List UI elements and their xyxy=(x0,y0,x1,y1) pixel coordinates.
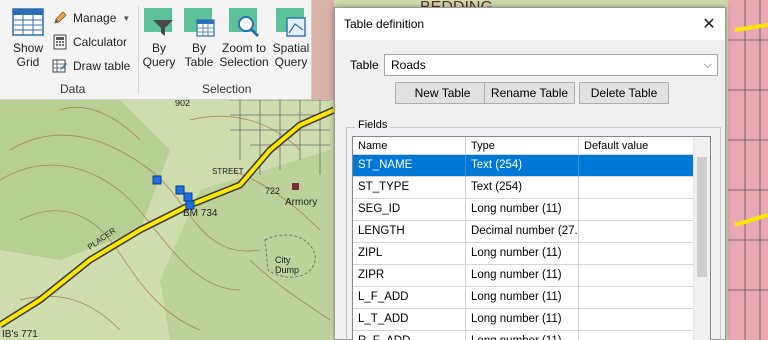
field-name-cell[interactable]: ZIPL xyxy=(353,243,466,265)
selection-group-label: Selection xyxy=(202,82,252,96)
filter-icon xyxy=(144,8,173,36)
spatial-query-icon xyxy=(276,8,306,37)
field-name-cell[interactable]: LENGTH xyxy=(353,221,466,243)
table-row[interactable]: L_T_ADD Long number (11) xyxy=(353,309,695,331)
data-group-label: Data xyxy=(60,82,86,96)
table-row[interactable]: SEG_ID Long number (11) xyxy=(353,199,695,221)
dialog-titlebar[interactable]: Table definition ✕ xyxy=(335,8,725,40)
table-label: Table xyxy=(350,58,379,72)
field-type-cell[interactable]: Long number (11) xyxy=(466,265,579,287)
new-table-button[interactable]: New Table xyxy=(395,82,490,104)
manage-label: Manage xyxy=(73,11,117,25)
close-icon[interactable]: ✕ xyxy=(699,14,719,34)
table-select-icon xyxy=(184,8,215,37)
table-row[interactable]: R_F_ADDLong number (11) xyxy=(353,331,695,340)
show-grid-label-2: Grid xyxy=(16,55,40,69)
spatial-query-label-1: Spatial xyxy=(272,41,310,55)
field-default-cell[interactable] xyxy=(579,265,695,287)
table-row[interactable]: L_F_ADD Long number (11) xyxy=(353,287,695,309)
column-header-default[interactable]: Default value xyxy=(579,137,695,155)
calculator-label: Calculator xyxy=(73,35,128,49)
show-grid-button[interactable]: Show Grid xyxy=(12,6,44,69)
map-label: Armory xyxy=(285,197,317,208)
field-name-cell[interactable]: ST_NAME xyxy=(353,155,466,177)
field-name-cell[interactable]: ZIPR xyxy=(353,265,466,287)
field-type-cell[interactable]: Long number (11) xyxy=(466,199,579,221)
by-table-button[interactable]: By Table xyxy=(182,6,216,69)
ribbon: Show Grid Manage ▼ Calculator Draw table… xyxy=(0,0,312,100)
grid-scrollbar[interactable] xyxy=(693,137,710,340)
grid-header: Name Type Default value xyxy=(353,137,695,155)
field-default-cell[interactable] xyxy=(579,309,695,331)
column-header-type[interactable]: Type xyxy=(466,137,579,155)
field-type-cell[interactable]: Decimal number (27... xyxy=(466,221,579,243)
zoom-to-selection-button[interactable]: Zoom to Selection xyxy=(218,6,270,69)
table-dropdown[interactable]: Roads ⌵ xyxy=(384,54,718,76)
field-type-cell[interactable]: Text (254) xyxy=(466,155,579,177)
field-type-cell[interactable]: Long number (11) xyxy=(466,287,579,309)
by-query-label-1: By xyxy=(151,41,166,55)
by-query-button[interactable]: By Query xyxy=(142,6,176,69)
field-type-cell[interactable]: Long number (11) xyxy=(466,331,579,340)
field-default-cell[interactable] xyxy=(579,331,695,340)
chevron-down-icon: ⌵ xyxy=(703,59,712,71)
by-table-label-1: By xyxy=(191,41,206,55)
field-type-cell[interactable]: Text (254) xyxy=(466,177,579,199)
map-label: IB's 771 xyxy=(2,329,38,340)
table-row[interactable]: ST_TYPE Text (254) xyxy=(353,177,695,199)
chevron-down-icon: ▼ xyxy=(122,13,131,23)
delete-table-button[interactable]: Delete Table xyxy=(579,82,669,104)
table-dropdown-value: Roads xyxy=(391,58,426,72)
zoom-to-selection-label-2: Selection xyxy=(219,55,269,69)
pencil-icon xyxy=(54,11,67,24)
field-name-cell[interactable]: L_F_ADD xyxy=(353,287,466,309)
field-name-cell[interactable]: L_T_ADD xyxy=(353,309,466,331)
map-label: STREET xyxy=(212,167,244,176)
spatial-query-button[interactable]: Spatial Query xyxy=(272,6,310,69)
field-default-cell[interactable] xyxy=(579,199,695,221)
show-grid-label-1: Show xyxy=(12,41,44,55)
field-default-cell[interactable] xyxy=(579,177,695,199)
fields-label: Fields xyxy=(355,119,391,131)
dialog-title: Table definition xyxy=(344,17,425,31)
table-row[interactable]: ST_NAME Text (254) xyxy=(353,155,695,177)
table-row[interactable]: ZIPL Long number (11) xyxy=(353,243,695,265)
draw-table-button[interactable]: Draw table xyxy=(52,55,130,77)
map-building xyxy=(292,183,299,190)
map-label: Dump xyxy=(275,265,299,275)
grid-icon xyxy=(12,8,44,36)
zoom-to-selection-label-1: Zoom to xyxy=(221,41,266,55)
draw-table-icon xyxy=(52,59,67,73)
field-default-cell[interactable] xyxy=(579,287,695,309)
map-label: 722 xyxy=(265,186,280,196)
calculator-icon xyxy=(53,34,67,50)
table-row[interactable]: LENGTH Decimal number (27... xyxy=(353,221,695,243)
map-label: BM 734 xyxy=(183,208,218,219)
field-default-cell[interactable] xyxy=(579,243,695,265)
rename-table-button[interactable]: Rename Table xyxy=(484,82,575,104)
map-urban-area-top xyxy=(312,0,334,100)
field-name-cell[interactable]: R_F_ADD xyxy=(353,331,466,340)
table-definition-dialog: Table definition ✕ Table Roads ⌵ New Tab… xyxy=(334,7,726,340)
field-default-cell[interactable] xyxy=(579,221,695,243)
spatial-query-label-2: Query xyxy=(274,55,308,69)
calculator-button[interactable]: Calculator xyxy=(52,31,127,53)
map-urban-area xyxy=(728,0,768,340)
field-default-cell[interactable] xyxy=(579,155,695,177)
field-type-cell[interactable]: Long number (11) xyxy=(466,243,579,265)
manage-button[interactable]: Manage ▼ xyxy=(52,7,130,29)
fields-grid[interactable]: Name Type Default value ST_NAME Text (254… xyxy=(352,136,711,340)
draw-table-label: Draw table xyxy=(73,59,131,73)
grid-scrollbar-thumb[interactable] xyxy=(697,157,707,277)
by-table-label-2: Table xyxy=(184,55,214,69)
ribbon-divider xyxy=(138,6,139,94)
field-name-cell[interactable]: SEG_ID xyxy=(353,199,466,221)
field-type-cell[interactable]: Long number (11) xyxy=(466,309,579,331)
map-label: City xyxy=(275,255,291,265)
zoom-icon xyxy=(229,8,260,38)
column-header-name[interactable]: Name xyxy=(353,137,466,155)
by-query-label-2: Query xyxy=(142,55,176,69)
field-name-cell[interactable]: ST_TYPE xyxy=(353,177,466,199)
table-row[interactable]: ZIPR Long number (11) xyxy=(353,265,695,287)
